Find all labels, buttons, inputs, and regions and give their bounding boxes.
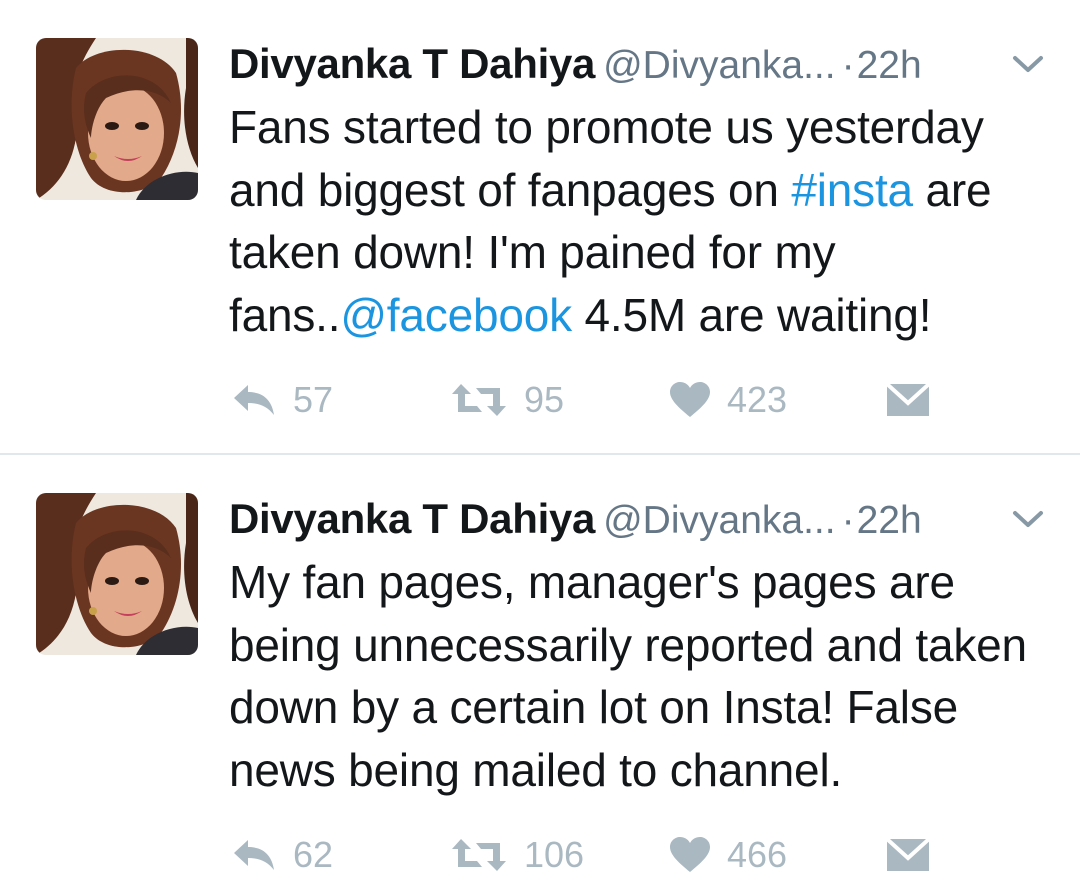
reply-icon xyxy=(234,840,274,870)
tweet[interactable]: Divyanka T Dahiya @Divyanka... ·22h My fan… xyxy=(0,455,1080,892)
avatar[interactable] xyxy=(36,493,198,655)
tweet-text: Fans started to promote us yesterday and… xyxy=(229,96,1059,346)
direct-message-button[interactable] xyxy=(886,830,930,880)
direct-message-button[interactable] xyxy=(886,375,930,425)
retweet-icon xyxy=(452,384,506,416)
tweet-text-segment: 4.5M are waiting! xyxy=(571,288,932,341)
timestamp[interactable]: 22h xyxy=(857,44,922,87)
tweet-header: Divyanka T Dahiya @Divyanka... ·22h xyxy=(229,36,1059,92)
reply-button[interactable]: 57 xyxy=(231,375,333,425)
retweet-icon xyxy=(452,839,506,871)
reply-count: 57 xyxy=(293,379,334,420)
retweet-button[interactable]: 95 xyxy=(450,375,564,425)
tweet-actions: 57 95 423 xyxy=(0,375,1080,425)
hashtag-link[interactable]: #insta xyxy=(791,164,913,216)
author-name[interactable]: Divyanka T Dahiya xyxy=(229,40,595,87)
timestamp[interactable]: 22h xyxy=(857,499,922,542)
mention-link[interactable]: @facebook xyxy=(340,289,572,341)
author-handle[interactable]: @Divyanka... xyxy=(603,44,836,87)
tweet-actions: 62 106 466 xyxy=(0,830,1080,880)
chevron-down-icon[interactable] xyxy=(1012,50,1044,76)
envelope-icon xyxy=(886,383,930,416)
author-handle[interactable]: @Divyanka... xyxy=(603,499,836,542)
tweet-text-segment: My fan pages, manager's pages are being … xyxy=(229,556,1027,796)
retweet-button[interactable]: 106 xyxy=(450,830,584,880)
reply-count: 62 xyxy=(293,834,334,875)
separator-dot: · xyxy=(841,499,855,542)
like-button[interactable]: 423 xyxy=(669,375,787,425)
like-count: 423 xyxy=(727,379,788,420)
reply-button[interactable]: 62 xyxy=(231,830,333,880)
like-button[interactable]: 466 xyxy=(669,830,787,880)
author-name[interactable]: Divyanka T Dahiya xyxy=(229,495,595,542)
separator-dot: · xyxy=(841,44,855,87)
heart-icon xyxy=(670,837,710,872)
envelope-icon xyxy=(886,838,930,871)
reply-icon xyxy=(234,385,274,415)
tweet-header: Divyanka T Dahiya @Divyanka... ·22h xyxy=(229,491,1059,547)
retweet-count: 106 xyxy=(524,834,585,875)
chevron-down-icon[interactable] xyxy=(1012,505,1044,531)
tweet[interactable]: Divyanka T Dahiya @Divyanka... ·22h Fans s… xyxy=(0,0,1080,454)
retweet-count: 95 xyxy=(524,379,565,420)
heart-icon xyxy=(670,382,710,417)
tweet-text: My fan pages, manager's pages are being … xyxy=(229,551,1059,801)
avatar[interactable] xyxy=(36,38,198,200)
like-count: 466 xyxy=(727,834,788,875)
